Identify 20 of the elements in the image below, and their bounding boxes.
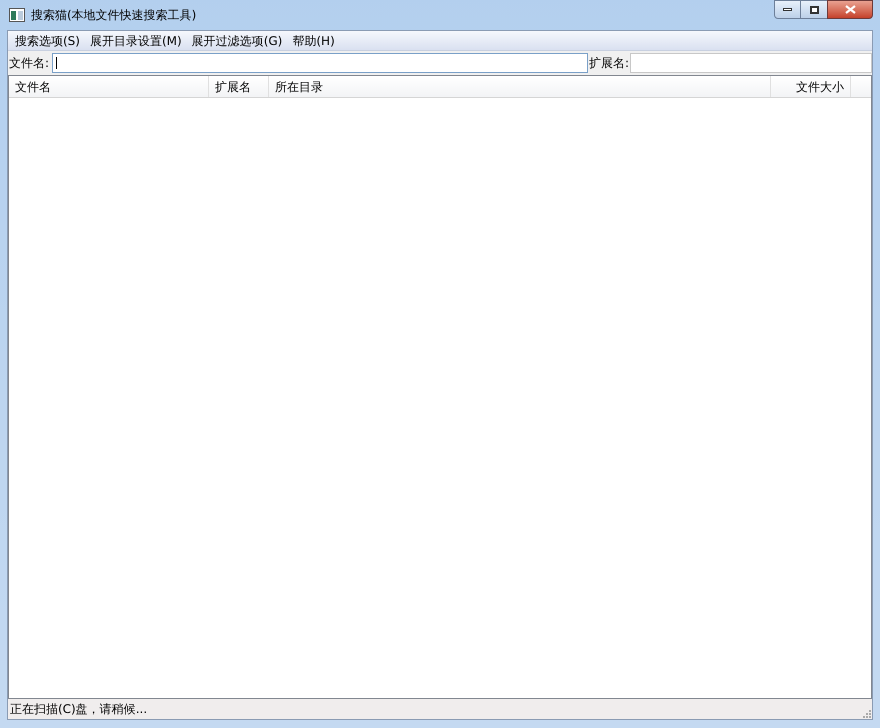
maximize-button[interactable] xyxy=(801,0,827,19)
app-icon xyxy=(9,8,25,22)
column-header[interactable]: 所在目录 xyxy=(269,76,771,97)
extension-input[interactable] xyxy=(630,53,872,73)
menu-item[interactable]: 搜索选项(S) xyxy=(10,32,85,50)
resize-grip-icon xyxy=(861,708,871,718)
column-header[interactable]: 扩展名 xyxy=(209,76,269,97)
minimize-button[interactable] xyxy=(774,0,801,19)
filename-label: 文件名: xyxy=(8,55,50,72)
close-button[interactable] xyxy=(827,0,873,19)
column-header[interactable]: 文件名 xyxy=(9,76,209,97)
window-title: 搜索猫(本地文件快速搜索工具) xyxy=(31,7,196,24)
close-icon xyxy=(844,5,856,14)
menu-item[interactable]: 展开过滤选项(G) xyxy=(186,32,288,50)
column-header[interactable]: 文件大小 xyxy=(771,76,851,97)
filename-input[interactable] xyxy=(52,53,588,73)
status-text: 正在扫描(C)盘，请稍候... xyxy=(10,701,148,718)
extension-label: 扩展名: xyxy=(588,55,630,72)
menu-item[interactable]: 展开目录设置(M) xyxy=(84,32,187,50)
menu-item[interactable]: 帮助(H) xyxy=(287,32,340,50)
